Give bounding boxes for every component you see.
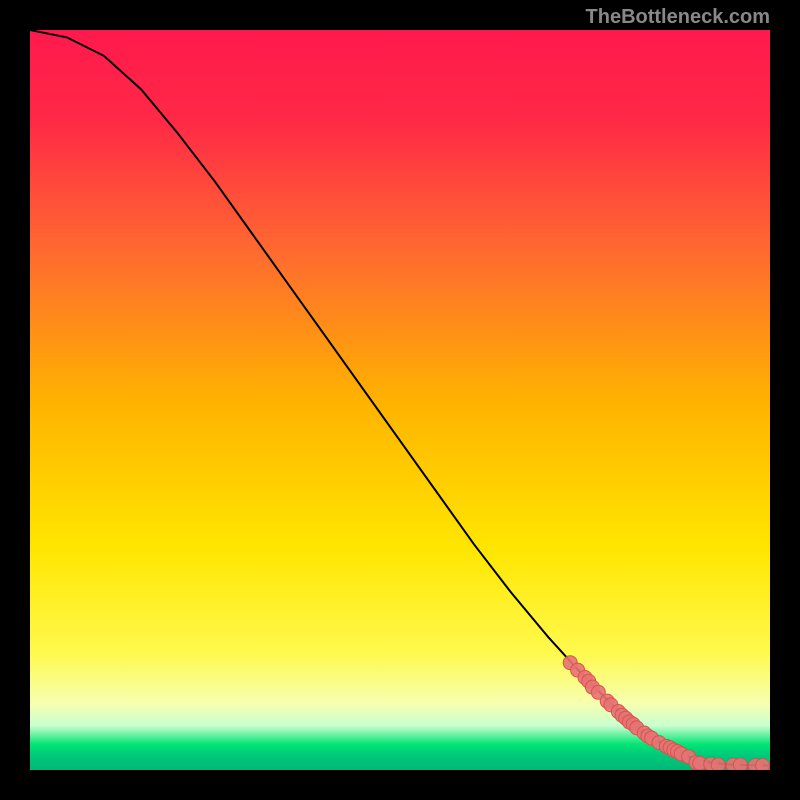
data-point: [733, 758, 747, 770]
watermark-text: TheBottleneck.com: [586, 6, 770, 29]
plot-area: [30, 30, 770, 770]
data-point: [711, 758, 725, 770]
chart-svg: [30, 30, 770, 770]
chart-frame: TheBottleneck.com: [0, 0, 800, 800]
gradient-background: [30, 30, 770, 770]
data-point: [756, 759, 770, 770]
